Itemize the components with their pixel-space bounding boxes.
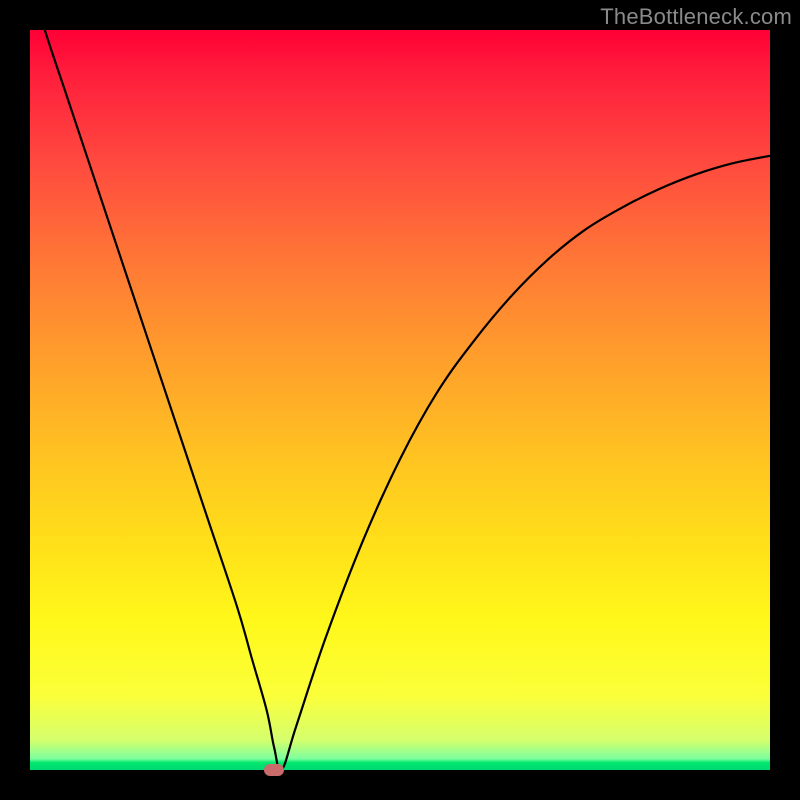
plot-area <box>30 30 770 770</box>
chart-frame: TheBottleneck.com <box>0 0 800 800</box>
curve-path <box>30 0 770 771</box>
watermark-text: TheBottleneck.com <box>600 4 792 30</box>
minimum-marker <box>264 764 284 776</box>
bottleneck-curve <box>30 30 770 770</box>
